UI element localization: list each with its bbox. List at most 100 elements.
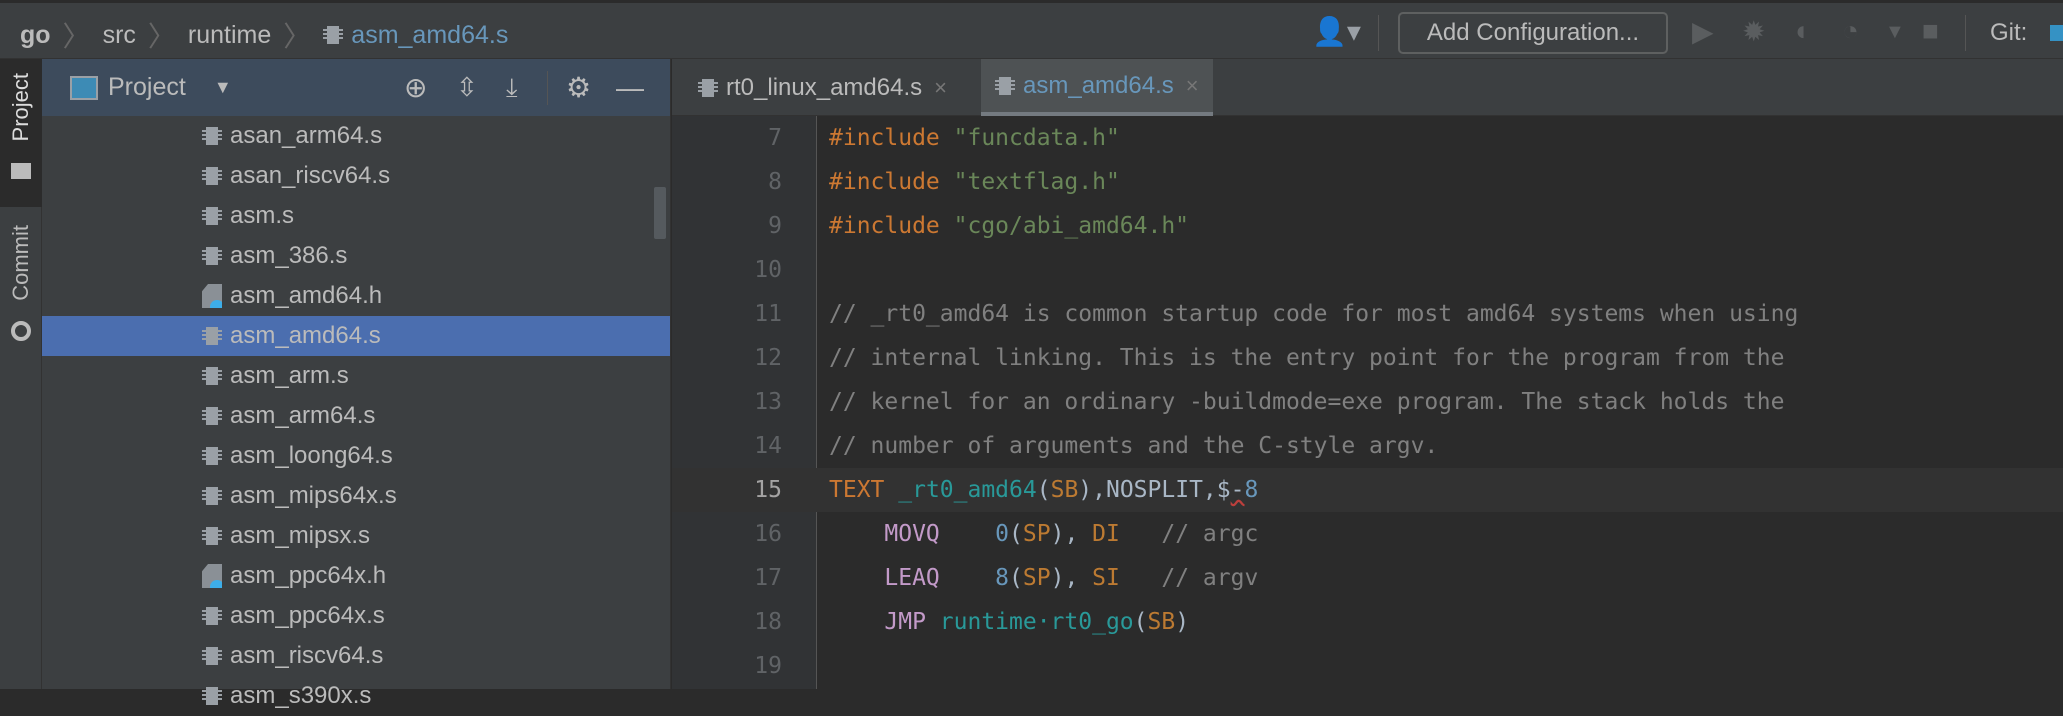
- code-line[interactable]: 7 #include "funcdata.h": [672, 116, 2063, 160]
- profile-icon[interactable]: ◔: [1842, 15, 1859, 47]
- code-line[interactable]: 13 // kernel for an ordinary -buildmode=e…: [672, 380, 2063, 424]
- file-tree-item[interactable]: asm.s: [42, 196, 670, 236]
- file-tree-item[interactable]: asm_mipsx.s: [42, 516, 670, 556]
- code-token: SP: [1022, 565, 1051, 591]
- file-name: asm_ppc64x.h: [230, 562, 387, 589]
- file-name: asm_arm.s: [230, 362, 349, 389]
- file-tree-item[interactable]: asm_riscv64.s: [42, 636, 670, 676]
- code-line[interactable]: 12 // internal linking. This is the entry…: [672, 336, 2063, 380]
- tab-rt0-linux-amd64[interactable]: rt0_linux_amd64.s ×: [684, 59, 961, 116]
- file-tree-item[interactable]: asm_ppc64x.s: [42, 596, 670, 636]
- file-name: asm_loong64.s: [230, 442, 393, 469]
- code-line[interactable]: 10: [672, 248, 2063, 292]
- code-line[interactable]: 19: [672, 644, 2063, 688]
- project-tool-button[interactable]: Project: [8, 73, 34, 141]
- asm-file-icon: [202, 447, 222, 465]
- breadcrumb-runtime[interactable]: runtime: [188, 21, 271, 50]
- code-token: 8: [995, 565, 1010, 591]
- coverage-icon[interactable]: ◖: [1792, 15, 1809, 47]
- navigation-bar: go 〉 src 〉 runtime 〉 asm_amd64.s 👤▾ Add Con…: [0, 0, 2063, 59]
- breadcrumb-src[interactable]: src: [103, 21, 136, 50]
- line-number: 12: [754, 345, 782, 371]
- file-tree-item[interactable]: asm_amd64.s: [42, 316, 670, 356]
- code-line[interactable]: 14 // number of arguments and the C-style…: [672, 424, 2063, 468]
- code-token: // _rt0_amd64 is common startup code for…: [829, 301, 1799, 327]
- file-tree-item[interactable]: asm_386.s: [42, 236, 670, 276]
- code-line[interactable]: 9 #include "cgo/abi_amd64.h": [672, 204, 2063, 248]
- code-token: "cgo/abi_amd64.h": [953, 213, 1190, 239]
- code-token: -: [1230, 477, 1245, 503]
- code-token: // internal linking. This is the entry p…: [829, 345, 1785, 371]
- collapse-all-icon[interactable]: ⤓: [506, 72, 518, 104]
- expand-all-icon[interactable]: ⇳: [456, 72, 478, 103]
- add-configuration-button[interactable]: Add Configuration...: [1398, 12, 1668, 54]
- code-line[interactable]: 8 #include "textflag.h": [672, 160, 2063, 204]
- code-token: JMP: [884, 609, 940, 635]
- code-token: #include: [829, 169, 954, 195]
- code-line[interactable]: 16 MOVQ 0(SP), DI // argc: [672, 512, 2063, 556]
- file-tree: asan_arm64.s asan_riscv64.s asm.s asm_386.s…: [42, 116, 670, 716]
- project-panel-header: Project ▼ ⊕ ⇳ ⤓ ⚙ —: [42, 59, 670, 116]
- gear-icon[interactable]: ⚙: [566, 71, 591, 104]
- code-token: SI: [1092, 565, 1120, 591]
- line-number: 14: [754, 433, 782, 459]
- scrollbar[interactable]: [654, 187, 666, 239]
- code-line[interactable]: 17 LEAQ 8(SP), SI // argv: [672, 556, 2063, 600]
- code-token: (: [1036, 477, 1051, 503]
- code-token: // argv: [1161, 565, 1259, 591]
- user-icon[interactable]: 👤▾: [1312, 15, 1361, 48]
- run-icon[interactable]: ▶: [1692, 15, 1714, 48]
- code-token: MOVQ: [884, 521, 940, 547]
- file-tree-item[interactable]: asm_mips64x.s: [42, 476, 670, 516]
- file-tree-item[interactable]: asm_ppc64x.h: [42, 556, 670, 596]
- close-icon[interactable]: ×: [934, 75, 947, 101]
- file-tree-item[interactable]: asm_arm64.s: [42, 396, 670, 436]
- code-line[interactable]: 18 JMP runtime·rt0_go(SB): [672, 600, 2063, 644]
- git-update-icon[interactable]: [2050, 25, 2063, 41]
- locate-icon[interactable]: ⊕: [404, 71, 427, 104]
- breadcrumb-go[interactable]: go: [20, 21, 51, 50]
- code-line[interactable]: 15 TEXT _rt0_amd64(SB),NOSPLIT,$-8: [672, 468, 2063, 512]
- file-name: asm_riscv64.s: [230, 642, 384, 669]
- line-number: 18: [754, 609, 782, 635]
- code-token: SB: [1147, 609, 1176, 635]
- file-tree-item[interactable]: asm_s390x.s: [42, 676, 670, 716]
- close-icon[interactable]: ×: [1186, 73, 1199, 99]
- asm-file-icon: [202, 687, 222, 705]
- line-number: 10: [754, 257, 782, 283]
- code-line[interactable]: 11 // _rt0_amd64 is common startup code f…: [672, 292, 2063, 336]
- tab-label: asm_amd64.s: [1023, 71, 1174, 99]
- code-token: ),NOSPLIT,$: [1078, 477, 1231, 503]
- file-name: asm_mips64x.s: [230, 482, 397, 509]
- file-tree-item[interactable]: asan_arm64.s: [42, 116, 670, 156]
- chevron-down-icon[interactable]: ▼: [214, 77, 232, 98]
- file-tree-item[interactable]: asan_riscv64.s: [42, 156, 670, 196]
- debug-icon[interactable]: ✹: [1742, 15, 1765, 48]
- asm-file-icon: [202, 487, 222, 505]
- code-token: (: [1009, 521, 1023, 547]
- file-tree-item[interactable]: asm_arm.s: [42, 356, 670, 396]
- file-name: asm_arm64.s: [230, 402, 376, 429]
- code-editor[interactable]: 7 #include "funcdata.h" 8 #include "textfla…: [672, 116, 2063, 688]
- project-panel-title[interactable]: Project: [108, 73, 186, 102]
- code-token: (: [1133, 609, 1148, 635]
- folder-icon: [11, 163, 31, 179]
- commit-tool-button[interactable]: Commit: [8, 225, 34, 301]
- asm-file-icon: [202, 527, 222, 545]
- code-token: _rt0_amd64: [898, 477, 1037, 503]
- hide-icon[interactable]: —: [616, 72, 644, 104]
- stop-icon[interactable]: ■: [1922, 15, 1939, 47]
- asm-file-icon: [202, 607, 222, 625]
- header-file-icon: [202, 284, 222, 308]
- file-tree-item[interactable]: asm_loong64.s: [42, 436, 670, 476]
- breadcrumb-file[interactable]: asm_amd64.s: [351, 21, 508, 50]
- tab-asm-amd64[interactable]: asm_amd64.s ×: [981, 59, 1213, 116]
- asm-file-icon: [202, 367, 222, 385]
- file-tree-item[interactable]: asm_amd64.h: [42, 276, 670, 316]
- chevron-down-icon[interactable]: ▼: [1885, 21, 1905, 44]
